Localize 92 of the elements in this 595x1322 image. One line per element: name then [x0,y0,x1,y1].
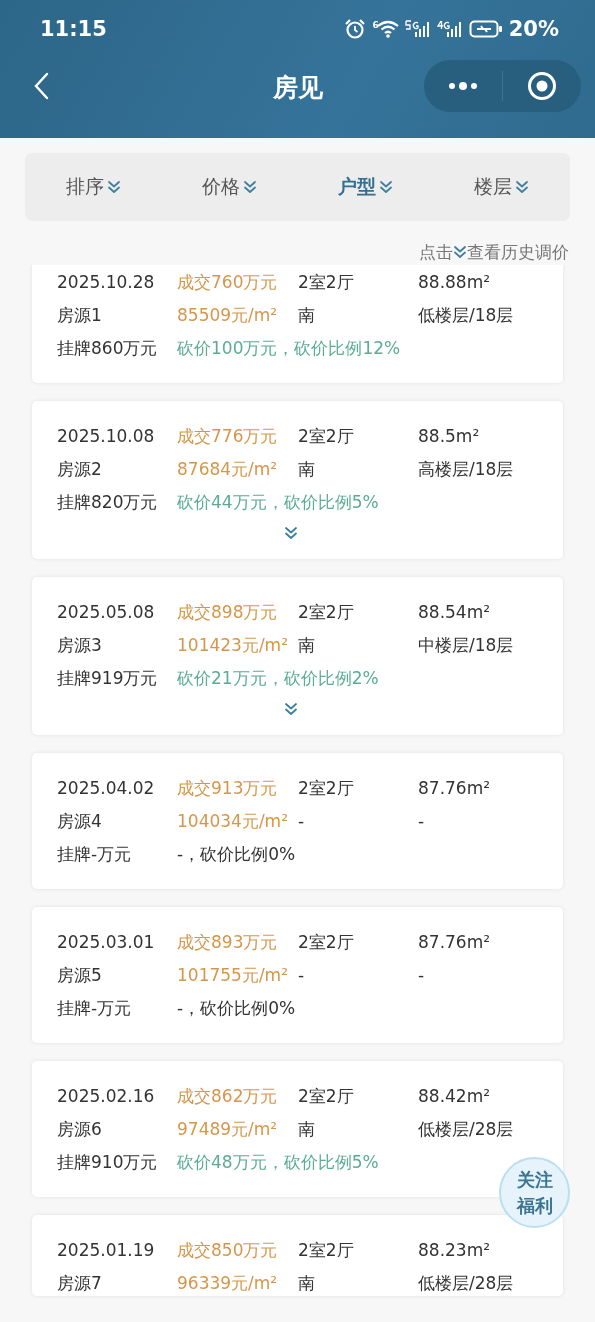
listed-price: 挂牌860万元 [57,337,158,360]
facing-direction: - [298,810,305,833]
price-cut: 砍价48万元，砍价比例5% [177,1151,379,1174]
alarm-icon [344,18,367,40]
floor-area: 88.54m² [418,599,491,625]
facing-direction: 南 [298,458,315,481]
listing-source: 房源7 [57,1272,102,1295]
deal-date: 2025.04.02 [57,777,155,800]
battery-charging-icon [468,19,503,39]
room-layout: 2室2厅 [298,1239,354,1262]
floor-level: 高楼层/18层 [418,458,514,481]
chevron-down-icon [379,180,394,194]
deal-date: 2025.10.08 [57,425,155,448]
floor-area: 88.23m² [418,1237,491,1263]
listed-price: 挂牌820万元 [57,491,158,514]
listing-source: 房源5 [57,964,102,987]
unit-price: 97489元/m² [177,1118,278,1141]
listing-source: 房源4 [57,810,102,833]
room-layout: 2室2厅 [298,777,354,800]
wifi-icon [376,20,399,38]
floor-area: 88.5m² [418,423,480,449]
chevron-down-icon [106,180,121,194]
target-icon [527,71,557,101]
unit-price: 85509元/m² [177,304,278,327]
unit-price: 96339元/m² [177,1272,278,1295]
deal-price: 成交893万元 [177,931,278,954]
chevron-down-icon [284,702,298,716]
floor-level: - [418,964,425,987]
filter-tab[interactable]: 户型 [332,170,400,204]
deal-date: 2025.02.16 [57,1085,155,1108]
deal-price: 成交776万元 [177,425,278,448]
listed-price: 挂牌919万元 [57,667,158,690]
floor-level: 中楼层/18层 [418,634,514,657]
chevron-down-icon [515,180,530,194]
floor-level: 低楼层/28层 [418,1272,514,1295]
deal-price: 成交862万元 [177,1085,278,1108]
listed-price: 挂牌-万元 [57,997,132,1020]
battery-percent: 20% [508,17,559,41]
unit-price: 101423元/m² [177,634,288,657]
price-cut: 砍价44万元，砍价比例5% [177,491,379,514]
facing-direction: 南 [298,1118,315,1141]
price-cut: 砍价100万元，砍价比例12% [177,337,401,360]
unit-price: 101755元/m² [177,964,288,987]
filter-tab[interactable]: 价格 [195,170,263,204]
room-layout: 2室2厅 [298,931,354,954]
room-layout: 2室2厅 [298,271,354,294]
back-icon [33,72,49,100]
room-layout: 2室2厅 [298,425,354,448]
listed-price: 挂牌910万元 [57,1151,158,1174]
deal-date: 2025.05.08 [57,601,155,624]
clock-time: 11:15 [40,17,107,41]
floor-area: 88.42m² [418,1083,491,1109]
chevron-down-icon [453,245,467,259]
deal-price: 成交760万元 [177,271,278,294]
floor-level: - [418,810,425,833]
price-cut: -，砍价比例0% [177,997,296,1020]
filter-tab[interactable]: 楼层 [468,170,536,204]
page-title: 房见 [271,72,324,104]
chevron-down-icon [242,180,257,194]
unit-price: 87684元/m² [177,458,278,481]
listing-source: 房源6 [57,1118,102,1141]
price-cut: -，砍价比例0% [177,843,296,866]
facing-direction: 南 [298,634,315,657]
filter-tab[interactable]: 排序 [59,170,127,204]
hint-text: 点击 查看历史调价 [419,241,569,263]
deal-price: 成交913万元 [177,777,278,800]
listing-source: 房源2 [57,458,102,481]
listed-price: 挂牌-万元 [57,843,132,866]
deal-date: 2025.03.01 [57,931,155,954]
facing-direction: 南 [298,304,315,327]
floor-level: 低楼层/28层 [418,1118,514,1141]
room-layout: 2室2厅 [298,601,354,624]
unit-price: 104034元/m² [177,810,288,833]
price-cut: 砍价21万元，砍价比例2% [177,667,379,690]
signal-4g-icon [436,19,463,39]
floor-level: 低楼层/18层 [418,304,514,327]
chevron-down-icon [284,526,298,540]
floor-area: 87.76m² [418,775,491,801]
listing-source: 房源3 [57,634,102,657]
wifi-badge-text: 6 [372,20,379,30]
deal-date: 2025.01.19 [57,1239,155,1262]
signal-5g-icon [404,19,431,39]
facing-direction: 南 [298,1272,315,1295]
floor-area: 88.88m² [418,269,491,295]
facing-direction: - [298,964,305,987]
more-icon [448,81,478,91]
deal-price: 成交850万元 [177,1239,278,1262]
listing-source: 房源1 [57,304,102,327]
room-layout: 2室2厅 [298,1085,354,1108]
floor-area: 87.76m² [418,929,491,955]
deal-date: 2025.10.28 [57,271,155,294]
deal-price: 成交898万元 [177,601,278,624]
